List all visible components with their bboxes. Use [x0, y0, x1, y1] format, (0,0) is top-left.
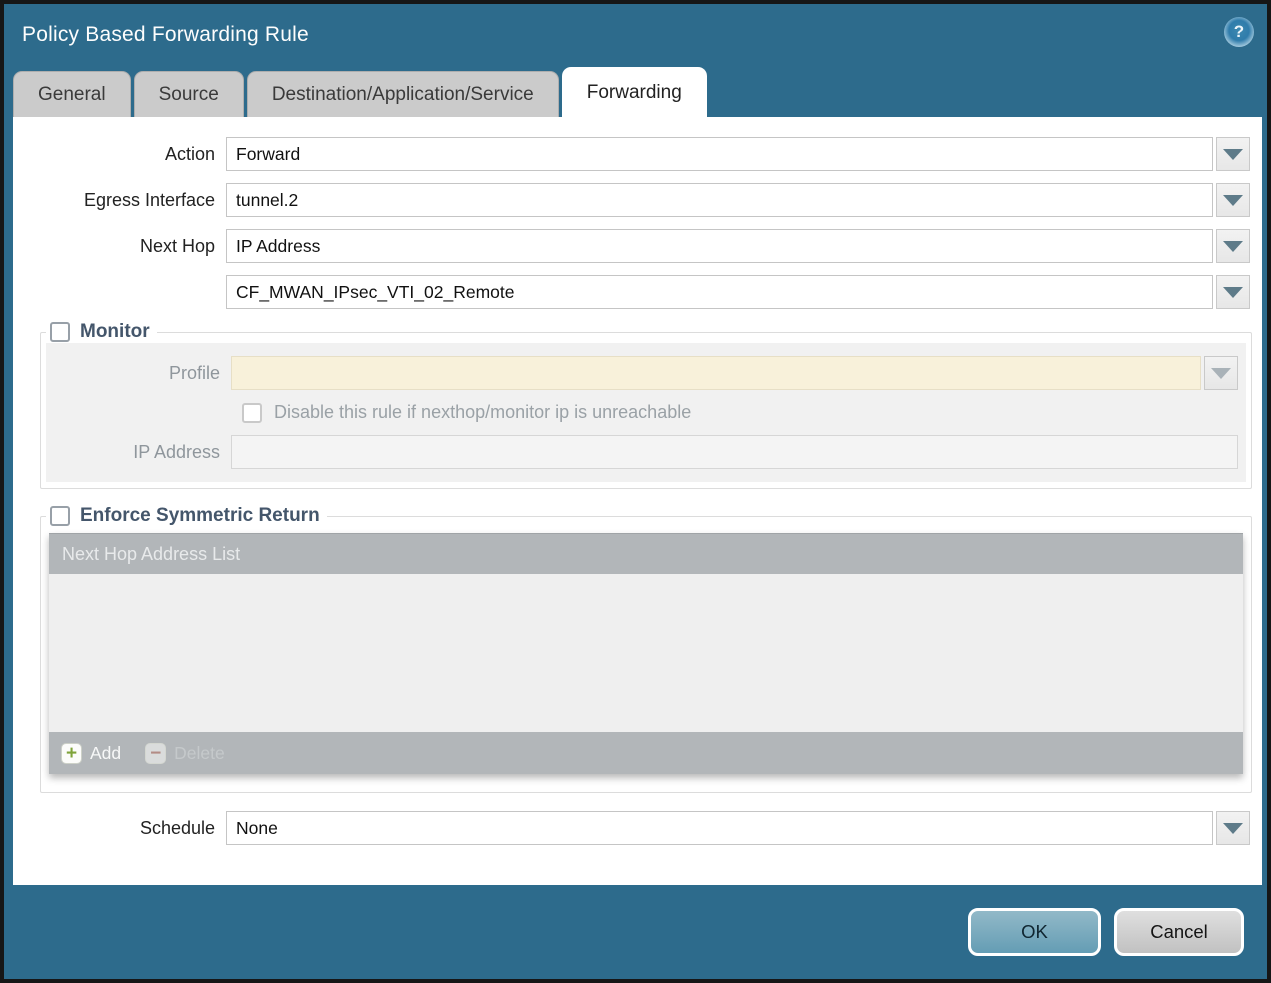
disable-rule-label: Disable this rule if nexthop/monitor ip … [274, 402, 691, 423]
chevron-down-icon [1211, 368, 1231, 379]
monitor-ip-address-field [231, 435, 1238, 469]
tab-destination-application-service[interactable]: Destination/Application/Service [247, 71, 559, 117]
chevron-down-icon [1223, 195, 1243, 206]
next-hop-address-row: CF_MWAN_IPsec_VTI_02_Remote [13, 275, 1250, 309]
profile-dropdown-button [1204, 356, 1238, 390]
tab-source[interactable]: Source [134, 71, 244, 117]
next-hop-address-dropdown-button[interactable] [1216, 275, 1250, 309]
schedule-label: Schedule [13, 818, 226, 839]
schedule-row: Schedule None [13, 811, 1250, 845]
egress-interface-value-field[interactable]: tunnel.2 [226, 183, 1213, 217]
tab-general[interactable]: General [13, 71, 131, 117]
action-value-field[interactable]: Forward [226, 137, 1213, 171]
dialog-titlebar: Policy Based Forwarding Rule ? [4, 4, 1267, 66]
next-hop-type-dropdown-button[interactable] [1216, 229, 1250, 263]
delete-button: − Delete [145, 743, 225, 764]
action-combobox: Forward [226, 137, 1250, 171]
forwarding-tab-panel: Action Forward Egress Interface tunnel.2… [13, 117, 1262, 885]
action-label: Action [13, 144, 226, 165]
help-glyph: ? [1234, 22, 1244, 42]
dialog-footer: OK Cancel [4, 885, 1267, 979]
action-row: Action Forward [13, 137, 1250, 171]
tab-bar: General Source Destination/Application/S… [4, 66, 1267, 117]
monitor-group: Monitor Profile Disable this rule if nex… [40, 321, 1252, 489]
monitor-checkbox[interactable] [50, 322, 70, 342]
add-button-label: Add [90, 743, 121, 764]
next-hop-label: Next Hop [13, 236, 226, 257]
add-button[interactable]: + Add [61, 743, 121, 764]
delete-button-label: Delete [174, 743, 225, 764]
cancel-button[interactable]: Cancel [1114, 908, 1244, 956]
next-hop-address-list-header: Next Hop Address List [49, 533, 1243, 574]
minus-icon: − [145, 743, 166, 764]
dialog-title: Policy Based Forwarding Rule [4, 4, 1267, 47]
monitor-legend: Monitor [46, 321, 157, 343]
next-hop-address-list-body[interactable] [49, 574, 1243, 732]
chevron-down-icon [1223, 823, 1243, 834]
enforce-symmetric-return-legend: Enforce Symmetric Return [46, 505, 327, 527]
schedule-value-field[interactable]: None [226, 811, 1213, 845]
next-hop-address-combobox: CF_MWAN_IPsec_VTI_02_Remote [226, 275, 1250, 309]
monitor-legend-label: Monitor [80, 321, 150, 343]
enforce-symmetric-return-legend-label: Enforce Symmetric Return [80, 505, 320, 527]
profile-row: Profile [46, 356, 1238, 390]
plus-icon: + [61, 743, 82, 764]
monitor-ip-address-label: IP Address [46, 442, 231, 463]
action-dropdown-button[interactable] [1216, 137, 1250, 171]
enforce-symmetric-return-group: Enforce Symmetric Return Next Hop Addres… [40, 505, 1252, 793]
schedule-combobox: None [226, 811, 1250, 845]
next-hop-address-list-footer: + Add − Delete [49, 732, 1243, 774]
policy-based-forwarding-dialog: Policy Based Forwarding Rule ? General S… [0, 0, 1271, 983]
enforce-symmetric-return-checkbox[interactable] [50, 506, 70, 526]
disable-rule-checkbox [242, 403, 262, 423]
monitor-ip-address-row: IP Address [46, 435, 1238, 469]
chevron-down-icon [1223, 149, 1243, 160]
profile-field [231, 356, 1201, 390]
ok-button[interactable]: OK [968, 908, 1101, 956]
profile-label: Profile [46, 363, 231, 384]
egress-interface-combobox: tunnel.2 [226, 183, 1250, 217]
egress-interface-row: Egress Interface tunnel.2 [13, 183, 1250, 217]
chevron-down-icon [1223, 287, 1243, 298]
next-hop-type-combobox: IP Address [226, 229, 1250, 263]
egress-interface-label: Egress Interface [13, 190, 226, 211]
disable-rule-row: Disable this rule if nexthop/monitor ip … [242, 402, 1246, 423]
schedule-dropdown-button[interactable] [1216, 811, 1250, 845]
tab-forwarding[interactable]: Forwarding [562, 67, 707, 117]
next-hop-address-field[interactable]: CF_MWAN_IPsec_VTI_02_Remote [226, 275, 1213, 309]
next-hop-row: Next Hop IP Address [13, 229, 1250, 263]
egress-interface-dropdown-button[interactable] [1216, 183, 1250, 217]
next-hop-type-field[interactable]: IP Address [226, 229, 1213, 263]
help-icon[interactable]: ? [1224, 17, 1254, 47]
chevron-down-icon [1223, 241, 1243, 252]
next-hop-address-list-table: Next Hop Address List + Add − Delete [49, 533, 1243, 774]
monitor-group-body: Profile Disable this rule if nexthop/mon… [46, 343, 1246, 482]
